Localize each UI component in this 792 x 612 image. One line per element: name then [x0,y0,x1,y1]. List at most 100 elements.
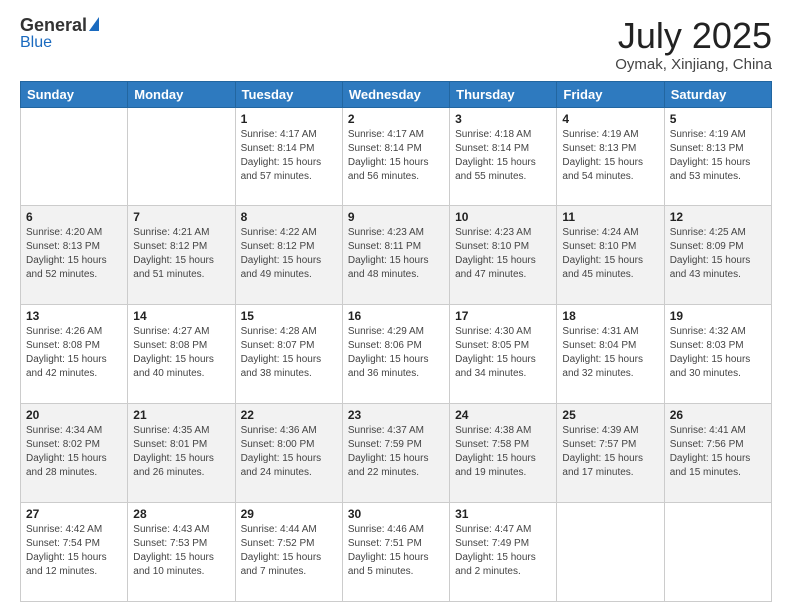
calendar-cell: 14Sunrise: 4:27 AM Sunset: 8:08 PM Dayli… [128,305,235,404]
calendar-cell: 2Sunrise: 4:17 AM Sunset: 8:14 PM Daylig… [342,107,449,206]
day-number: 22 [241,408,337,422]
calendar-cell: 27Sunrise: 4:42 AM Sunset: 7:54 PM Dayli… [21,503,128,602]
day-header-thursday: Thursday [450,81,557,107]
day-header-tuesday: Tuesday [235,81,342,107]
week-row-4: 20 Sunrise: 4:34 AM Sunset: 8:02 PM Dayli… [21,404,772,503]
day-number: 18 [562,309,658,323]
calendar-cell [557,503,664,602]
calendar-cell: 12 Sunrise: 4:25 AM Sunset: 8:09 PM Dayli… [664,206,771,305]
day-header-friday: Friday [557,81,664,107]
day-number: 12 [670,210,766,224]
week-row-3: 13Sunrise: 4:26 AM Sunset: 8:08 PM Dayli… [21,305,772,404]
day-info: Sunrise: 4:19 AM Sunset: 8:13 PM Dayligh… [670,128,766,184]
day-info: Sunrise: 4:38 AM Sunset: 7:58 PM Dayligh… [455,424,551,480]
day-info: Sunrise: 4:46 AM Sunset: 7:51 PM Dayligh… [348,523,444,579]
calendar-cell: 16 Sunrise: 4:29 AM Sunset: 8:06 PM Dayli… [342,305,449,404]
day-info: Sunrise: 4:36 AM Sunset: 8:00 PM Dayligh… [241,424,337,480]
day-number: 17 [455,309,551,323]
calendar-cell: 7Sunrise: 4:21 AM Sunset: 8:12 PM Daylig… [128,206,235,305]
day-info: Sunrise: 4:30 AM Sunset: 8:05 PM Dayligh… [455,325,551,381]
day-number: 1 [241,112,337,126]
calendar-cell: 29Sunrise: 4:44 AM Sunset: 7:52 PM Dayli… [235,503,342,602]
day-info: Sunrise: 4:23 AM Sunset: 8:10 PM Dayligh… [455,226,551,282]
day-info: Sunrise: 4:37 AM Sunset: 7:59 PM Dayligh… [348,424,444,480]
calendar-cell: 21 Sunrise: 4:35 AM Sunset: 8:01 PM Dayli… [128,404,235,503]
day-number: 9 [348,210,444,224]
day-number: 4 [562,112,658,126]
day-number: 25 [562,408,658,422]
logo-general-text: General [20,16,87,34]
main-title: July 2025 [615,16,772,56]
week-row-1: 1 Sunrise: 4:17 AM Sunset: 8:14 PM Daylig… [21,107,772,206]
day-number: 14 [133,309,229,323]
calendar-cell: 19 Sunrise: 4:32 AM Sunset: 8:03 PM Dayli… [664,305,771,404]
title-block: July 2025 Oymak, Xinjiang, China [615,16,772,73]
day-number: 26 [670,408,766,422]
day-number: 21 [133,408,229,422]
day-number: 15 [241,309,337,323]
day-number: 31 [455,507,551,521]
day-number: 6 [26,210,122,224]
day-number: 11 [562,210,658,224]
logo: General Blue [20,16,99,52]
calendar-cell: 4 Sunrise: 4:19 AM Sunset: 8:13 PM Daylig… [557,107,664,206]
calendar-cell [664,503,771,602]
day-info: Sunrise: 4:24 AM Sunset: 8:10 PM Dayligh… [562,226,658,282]
day-info: Sunrise: 4:17 AM Sunset: 8:14 PM Dayligh… [241,128,337,184]
day-info: Sunrise: 4:18 AM Sunset: 8:14 PM Dayligh… [455,128,551,184]
subtitle: Oymak, Xinjiang, China [615,56,772,73]
day-info: Sunrise: 4:26 AM Sunset: 8:08 PM Dayligh… [26,325,122,381]
day-number: 27 [26,507,122,521]
day-number: 16 [348,309,444,323]
calendar-cell: 24 Sunrise: 4:38 AM Sunset: 7:58 PM Dayli… [450,404,557,503]
day-info: Sunrise: 4:21 AM Sunset: 8:12 PM Dayligh… [133,226,229,282]
day-header-monday: Monday [128,81,235,107]
day-info: Sunrise: 4:23 AM Sunset: 8:11 PM Dayligh… [348,226,444,282]
day-info: Sunrise: 4:41 AM Sunset: 7:56 PM Dayligh… [670,424,766,480]
page: General Blue July 2025 Oymak, Xinjiang, … [0,0,792,612]
day-number: 24 [455,408,551,422]
day-header-saturday: Saturday [664,81,771,107]
day-header-wednesday: Wednesday [342,81,449,107]
day-number: 20 [26,408,122,422]
calendar-cell: 31 Sunrise: 4:47 AM Sunset: 7:49 PM Dayli… [450,503,557,602]
logo-triangle-icon [89,17,99,31]
day-info: Sunrise: 4:32 AM Sunset: 8:03 PM Dayligh… [670,325,766,381]
day-number: 2 [348,112,444,126]
calendar-cell: 20 Sunrise: 4:34 AM Sunset: 8:02 PM Dayli… [21,404,128,503]
calendar-cell: 18 Sunrise: 4:31 AM Sunset: 8:04 PM Dayli… [557,305,664,404]
day-number: 19 [670,309,766,323]
calendar-cell: 26 Sunrise: 4:41 AM Sunset: 7:56 PM Dayli… [664,404,771,503]
calendar-cell: 8 Sunrise: 4:22 AM Sunset: 8:12 PM Daylig… [235,206,342,305]
day-number: 28 [133,507,229,521]
day-info: Sunrise: 4:47 AM Sunset: 7:49 PM Dayligh… [455,523,551,579]
day-info: Sunrise: 4:35 AM Sunset: 8:01 PM Dayligh… [133,424,229,480]
calendar-cell [21,107,128,206]
calendar-cell: 25 Sunrise: 4:39 AM Sunset: 7:57 PM Dayli… [557,404,664,503]
day-info: Sunrise: 4:39 AM Sunset: 7:57 PM Dayligh… [562,424,658,480]
header: General Blue July 2025 Oymak, Xinjiang, … [20,16,772,73]
day-number: 10 [455,210,551,224]
day-number: 29 [241,507,337,521]
calendar-cell: 3Sunrise: 4:18 AM Sunset: 8:14 PM Daylig… [450,107,557,206]
calendar-cell: 5Sunrise: 4:19 AM Sunset: 8:13 PM Daylig… [664,107,771,206]
day-info: Sunrise: 4:29 AM Sunset: 8:06 PM Dayligh… [348,325,444,381]
week-row-2: 6Sunrise: 4:20 AM Sunset: 8:13 PM Daylig… [21,206,772,305]
logo-blue-text: Blue [20,34,52,52]
calendar-cell: 11 Sunrise: 4:24 AM Sunset: 8:10 PM Dayli… [557,206,664,305]
day-info: Sunrise: 4:31 AM Sunset: 8:04 PM Dayligh… [562,325,658,381]
calendar-table: SundayMondayTuesdayWednesdayThursdayFrid… [20,81,772,602]
calendar-cell [128,107,235,206]
calendar-cell: 9 Sunrise: 4:23 AM Sunset: 8:11 PM Daylig… [342,206,449,305]
calendar-cell: 15Sunrise: 4:28 AM Sunset: 8:07 PM Dayli… [235,305,342,404]
day-info: Sunrise: 4:34 AM Sunset: 8:02 PM Dayligh… [26,424,122,480]
day-info: Sunrise: 4:22 AM Sunset: 8:12 PM Dayligh… [241,226,337,282]
day-info: Sunrise: 4:25 AM Sunset: 8:09 PM Dayligh… [670,226,766,282]
day-number: 8 [241,210,337,224]
calendar-cell: 17 Sunrise: 4:30 AM Sunset: 8:05 PM Dayli… [450,305,557,404]
calendar-cell: 13Sunrise: 4:26 AM Sunset: 8:08 PM Dayli… [21,305,128,404]
calendar-cell: 30Sunrise: 4:46 AM Sunset: 7:51 PM Dayli… [342,503,449,602]
week-row-5: 27Sunrise: 4:42 AM Sunset: 7:54 PM Dayli… [21,503,772,602]
day-info: Sunrise: 4:19 AM Sunset: 8:13 PM Dayligh… [562,128,658,184]
calendar-cell: 28Sunrise: 4:43 AM Sunset: 7:53 PM Dayli… [128,503,235,602]
